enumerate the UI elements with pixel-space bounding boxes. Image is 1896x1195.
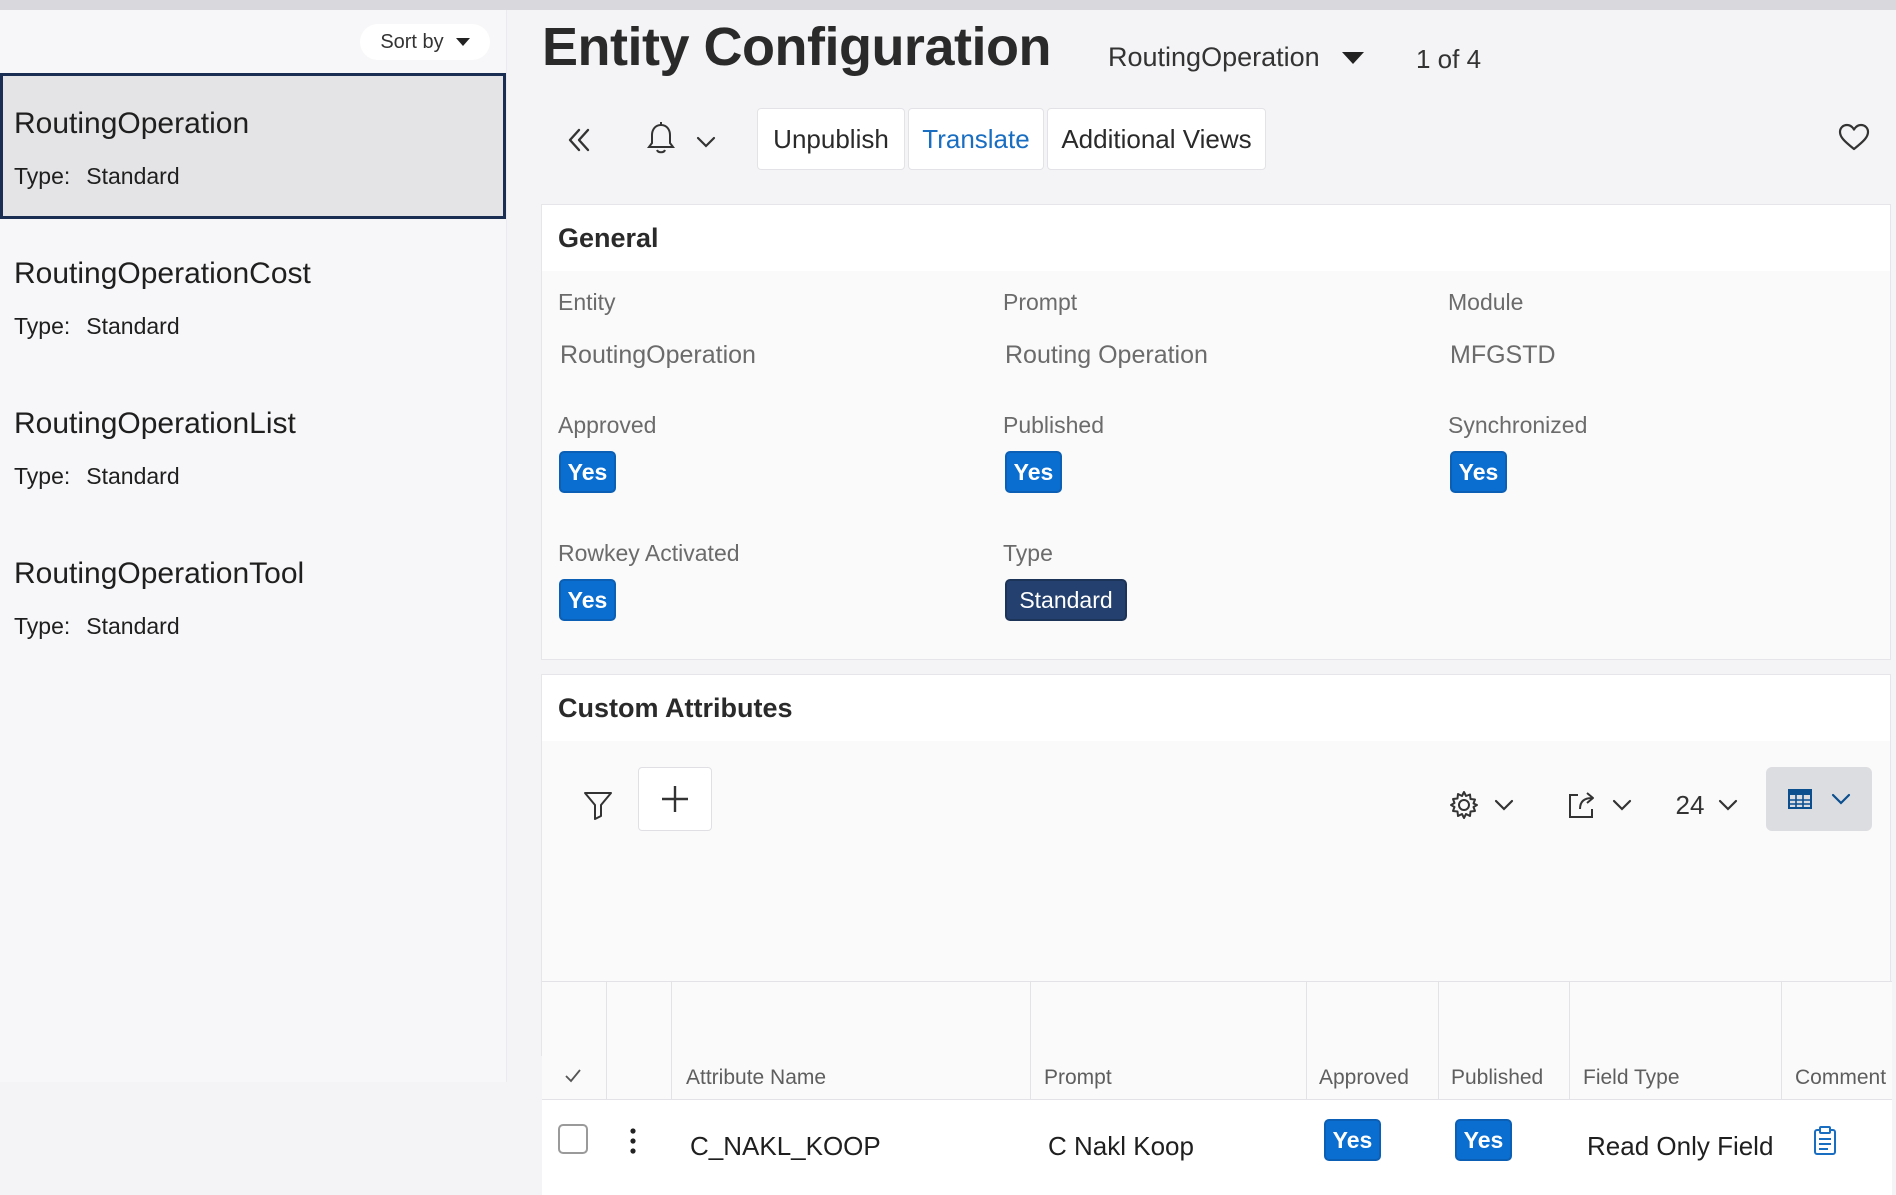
type-label: Type: [14, 313, 71, 339]
chevron-down-icon [1494, 799, 1514, 811]
field-type-cell: Read Only Field [1587, 1131, 1774, 1161]
prompt-label: Prompt [1003, 289, 1078, 315]
module-label: Module [1448, 289, 1524, 315]
page-title: Entity Configuration [542, 17, 1051, 77]
translate-button[interactable]: Translate [908, 108, 1044, 170]
general-panel: General Entity RoutingOperation Prompt R… [541, 204, 1891, 660]
list-item-routingoperationtool[interactable]: RoutingOperationTool Type: Standard [0, 523, 506, 669]
chevron-down-icon [1719, 799, 1738, 811]
entity-label: Entity [558, 289, 616, 315]
table-view-button[interactable] [1766, 767, 1872, 831]
list-item-routingoperationlist[interactable]: RoutingOperationList Type: Standard [0, 373, 506, 519]
list-item-name: RoutingOperationList [14, 407, 296, 440]
prompt-cell: C Nakl Koop [1048, 1131, 1194, 1161]
prompt-value: Routing Operation [1005, 341, 1208, 369]
general-title: General [558, 223, 659, 253]
attributes-table: Attribute Name Prompt Approved Published… [542, 981, 1892, 1195]
page-size-value: 24 [1675, 789, 1705, 820]
list-item-routingoperationcost[interactable]: RoutingOperationCost Type: Standard [0, 223, 506, 369]
list-item-name: RoutingOperationTool [14, 557, 305, 590]
rowkey-activated-label: Rowkey Activated [558, 540, 740, 566]
type-value: Standard [86, 313, 180, 339]
type-value: Standard [86, 163, 180, 189]
top-bar [0, 0, 1896, 10]
sort-by-button[interactable]: Sort by [360, 24, 490, 60]
custom-attributes-header: Custom Attributes [542, 675, 1890, 741]
list-item-type: Type: Standard [14, 313, 180, 340]
table-view-icon [1788, 789, 1812, 809]
custom-attributes-panel: Custom Attributes 24 Attribute Name Prom… [541, 674, 1892, 1195]
caret-down-icon [455, 38, 470, 46]
list-item-name: RoutingOperationCost [14, 257, 311, 290]
synchronized-label: Synchronized [1448, 412, 1588, 438]
sort-by-label: Sort by [380, 30, 444, 53]
list-item-type: Type: Standard [14, 613, 180, 640]
export-menu-button[interactable] [1556, 785, 1642, 825]
entity-list-pane: Sort by RoutingOperation Type: Standard R… [0, 10, 507, 1082]
type-label: Type: [14, 613, 71, 639]
plus-icon [662, 786, 688, 812]
general-panel-header: General [542, 205, 1890, 271]
export-icon [1569, 792, 1594, 818]
additional-views-button[interactable]: Additional Views [1047, 108, 1266, 170]
clipboard-icon[interactable] [1813, 1126, 1837, 1161]
select-all-check-icon[interactable] [564, 1068, 582, 1089]
caret-down-icon [1341, 51, 1364, 64]
list-item-routingoperation[interactable]: RoutingOperation Type: Standard [0, 73, 506, 219]
synchronized-badge: Yes [1450, 451, 1507, 493]
add-attribute-button[interactable] [638, 767, 712, 831]
approved-badge: Yes [559, 451, 616, 493]
list-item-name: RoutingOperation [14, 107, 250, 140]
table-row[interactable]: C_NAKL_KOOP C Nakl Koop Yes Yes Read Onl… [542, 1099, 1892, 1195]
entity-selector[interactable]: RoutingOperation [1108, 42, 1364, 73]
gear-icon [1450, 791, 1478, 819]
column-header-published[interactable]: Published [1451, 1066, 1543, 1090]
entity-selector-value: RoutingOperation [1108, 42, 1320, 72]
settings-menu-button[interactable] [1438, 785, 1524, 825]
custom-attributes-title: Custom Attributes [558, 693, 793, 723]
approved-label: Approved [558, 412, 657, 438]
unpublish-button[interactable]: Unpublish [757, 108, 905, 170]
double-chevron-left-icon[interactable] [562, 120, 596, 160]
published-badge: Yes [1005, 451, 1062, 493]
heart-icon[interactable] [1836, 120, 1872, 154]
column-header-prompt[interactable]: Prompt [1044, 1066, 1112, 1090]
module-value: MFGSTD [1450, 341, 1556, 369]
bell-icon[interactable] [644, 118, 678, 158]
chevron-down-icon[interactable] [694, 130, 718, 154]
column-header-comment[interactable]: Comment [1795, 1066, 1886, 1090]
published-label: Published [1003, 412, 1105, 438]
type-badge: Standard [1005, 579, 1127, 621]
chevron-down-icon [1831, 793, 1851, 805]
type-label: Type: [14, 463, 71, 489]
row-checkbox[interactable] [558, 1124, 588, 1154]
approved-badge: Yes [1324, 1119, 1381, 1161]
published-badge: Yes [1455, 1119, 1512, 1161]
type-value: Standard [86, 463, 180, 489]
page-size-selector[interactable]: 24 [1670, 785, 1744, 825]
filter-icon[interactable] [576, 783, 620, 827]
column-header-approved[interactable]: Approved [1319, 1066, 1409, 1090]
type-label: Type [1003, 540, 1053, 566]
list-item-type: Type: Standard [14, 463, 180, 490]
rowkey-activated-badge: Yes [559, 579, 616, 621]
type-value: Standard [86, 613, 180, 639]
type-label: Type: [14, 163, 71, 189]
attribute-name-cell: C_NAKL_KOOP [690, 1131, 881, 1161]
column-header-attribute-name[interactable]: Attribute Name [686, 1066, 826, 1090]
row-actions-icon[interactable] [630, 1128, 636, 1159]
record-pager: 1 of 4 [1416, 44, 1482, 74]
list-item-type: Type: Standard [14, 163, 180, 190]
entity-value: RoutingOperation [560, 341, 756, 369]
column-header-field-type[interactable]: Field Type [1583, 1066, 1680, 1090]
chevron-down-icon [1612, 799, 1632, 811]
